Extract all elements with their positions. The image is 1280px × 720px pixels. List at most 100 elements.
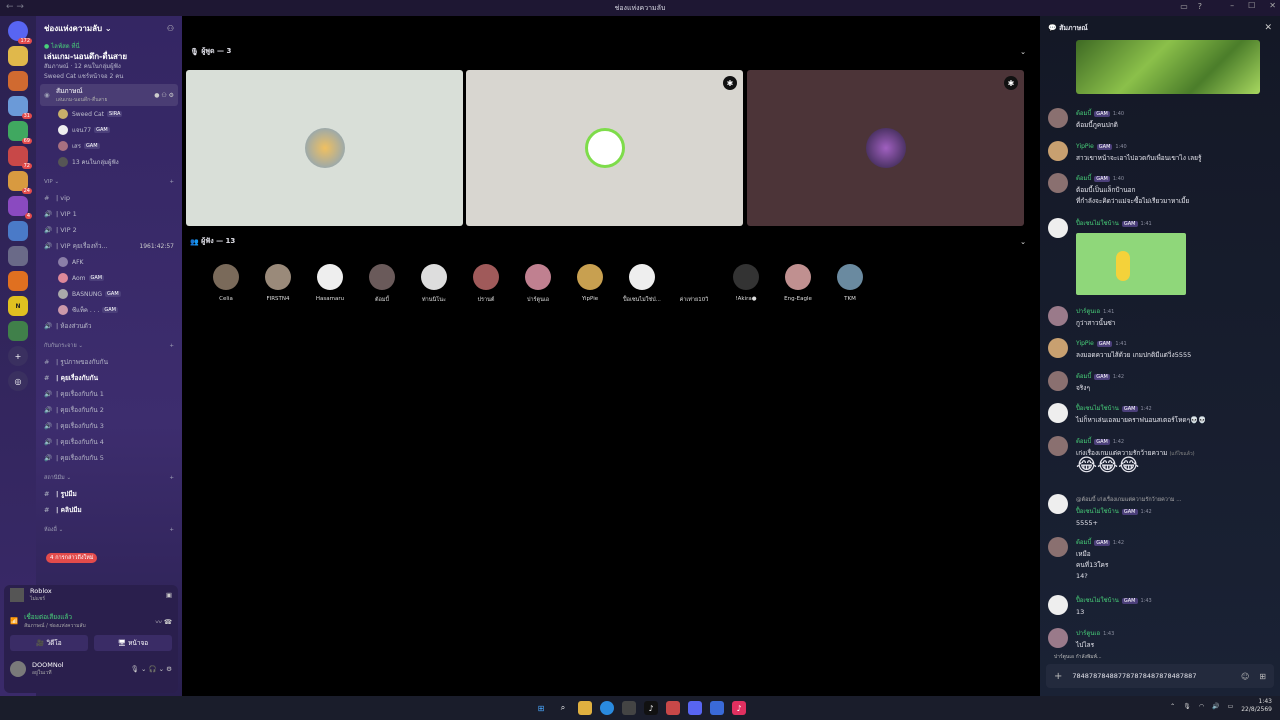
tiktok-icon[interactable]: ♪ [732,701,746,715]
voice-user[interactable]: ซีแท็ค . . . GAM [36,302,182,318]
signal-icon[interactable]: 📶 [10,617,18,625]
speaker-tile[interactable]: ✱ [747,70,1024,226]
voice-user[interactable]: เสร GAM [36,138,182,154]
add-channel-icon[interactable]: + [169,527,174,533]
chat-message[interactable]: ปื้อเซนไม่ใช่บ้าน GAM 1:41 [1048,218,1274,295]
user-info[interactable]: DOOMNol อยู่ในเวที 🎙 ⌄ 🎧 ⌄ ⚙ [4,659,178,679]
server-icon[interactable]: 24 [8,171,32,194]
chevron-up-icon[interactable]: ⌃ [1170,703,1175,710]
server-icon[interactable]: 31 [8,96,32,119]
channel-item[interactable]: 🔊 | VIP 1 [36,206,182,222]
channel-item[interactable]: # | คลิปมีม [36,502,182,518]
tiktok-icon[interactable]: ♪ [644,701,658,715]
category-vip[interactable]: VIP ⌄ + [36,174,182,190]
listeners-header[interactable]: 👥 ผู้ฟัง — 13 ⌄ [190,236,1026,247]
chat-message[interactable]: ต้อมบี้ GAM 1:42 จริงๆ [1048,371,1274,394]
close-icon[interactable]: ✕ [1264,23,1272,33]
volume-icon[interactable]: 🔊 [1212,703,1219,710]
store-icon[interactable] [622,701,636,715]
listener-item[interactable]: ปรานต์ [460,264,512,304]
clock[interactable]: 1:43 22/8/2569 [1241,698,1272,714]
listener-item[interactable]: ค่าเท่าย10วิ [668,264,720,304]
attach-icon[interactable]: + [1054,671,1062,682]
file-explorer-icon[interactable] [578,701,592,715]
speaker-tile[interactable]: ✱ [466,70,743,226]
image-attachment[interactable] [1076,40,1260,94]
category-other[interactable]: ห้องอื่ ⌄ + [36,522,182,538]
server-icon[interactable]: N [8,296,28,316]
help-icon[interactable]: ? [1198,2,1202,11]
add-channel-icon[interactable]: + [169,179,174,185]
noise-suppression-icon[interactable]: 〰 ☎ [155,616,172,626]
mic-headset-settings-icons[interactable]: 🎙 ⌄ 🎧 ⌄ ⚙ [131,665,172,673]
voice-user[interactable]: AFK [36,254,182,270]
listener-item[interactable]: ปื้อเซนไม่ใช่ป่... [616,264,668,304]
chevron-down-icon[interactable]: ⌄ [1020,238,1026,246]
voice-user[interactable]: Aom GAM [36,270,182,286]
server-icon[interactable] [8,246,28,266]
image-attachment[interactable] [1076,233,1186,295]
app-icon[interactable] [666,701,680,715]
listener-item[interactable]: YipPie [564,264,616,304]
server-icon[interactable] [8,46,28,66]
listener-item[interactable]: ต้อมบี้ [356,264,408,304]
reply-preview[interactable]: @ต้อมบี้ เก่งเรื่องเกมแต่ความรักว้ายความ… [1076,497,1182,503]
server-icon[interactable]: 69 [8,121,32,144]
listener-item[interactable]: ท่านนิโนะ [408,264,460,304]
mic-icon[interactable]: 🎙 [1183,703,1191,710]
wifi-icon[interactable]: ◠ [1199,703,1204,710]
server-icon[interactable]: 4 [8,196,32,219]
chat-message[interactable]: ปื้อเซนไม่ใช่บ้าน GAM 1:43 13 [1048,595,1274,618]
chat-message[interactable]: ต้อมบี้ GAM 1:40 ต้อมบี้ภูคนปกติ [1048,108,1274,131]
category-friends[interactable]: กับกันกระจาย ⌄ + [36,338,182,354]
server-icon[interactable]: 72 [8,146,32,169]
chat-input[interactable]: + 784878784887787878487878487887 ☺ ⊞ [1046,664,1274,688]
nav-arrows[interactable]: ← → [6,2,24,12]
channel-item[interactable]: # | รูปภาพของกับกัน [36,354,182,370]
channel-item[interactable]: 🔊 | ห้องส่วนตัว [36,318,182,334]
voice-user[interactable]: Sweed Cat SIRA [36,106,182,122]
inbox-icon[interactable]: ▭ [1180,2,1188,11]
channel-actions-icon[interactable]: ● ⚇ ⚙ [154,92,174,99]
add-server-icon[interactable]: + [8,346,28,366]
chat-message[interactable]: ปื้อเซนไม่ใช่บ้าน GAM 1:42 ไม่ก็หาเล่นเอลมา… [1048,403,1274,426]
close-button[interactable]: ✕ [1269,1,1276,10]
channel-item[interactable]: 🔊 | VIP คุยเรื่องทั่ว... 1961:42:57 [36,238,182,254]
server-icon[interactable] [8,221,28,241]
discover-icon[interactable]: ◎ [8,371,28,391]
chevron-down-icon[interactable]: ⌄ [1020,48,1026,56]
add-member-icon[interactable]: ⚇ [167,24,174,33]
chat-input-value[interactable]: 784878784887787878487878487887 [1072,672,1196,680]
chat-message[interactable]: ต้อมบี้ GAM 1:40 ต้อมบี้เป็นแล็กป้านอก ที่กำ… [1048,173,1274,207]
emoji-icon[interactable]: ☺ [1241,672,1249,681]
maximize-button[interactable]: ☐ [1248,1,1255,10]
apps-icon[interactable]: ⊞ [1259,672,1266,681]
channel-item[interactable]: 🔊 | คุยเรื่องกับกัน 5 [36,450,182,466]
discord-icon[interactable] [688,701,702,715]
home-icon[interactable]: 172 [8,21,32,44]
chat-message[interactable]: @ต้อมบี้ เก่งเรื่องเกมแต่ความรักว้ายความ… [1048,494,1274,529]
voice-user[interactable]: แจน77 GAM [36,122,182,138]
chat-message[interactable]: ปาร์ตูนเอ 1:43 ไปไลร [1048,628,1274,651]
speaker-tile[interactable] [186,70,463,226]
chat-message[interactable]: ต้อมบี้ GAM 1:42 เหมือ คนที่13ใคร 14? [1048,537,1274,582]
start-icon[interactable]: ⊞ [534,701,548,715]
minimize-button[interactable]: – [1230,1,1234,10]
channel-item[interactable]: # | รูปมีม [36,486,182,502]
channel-item[interactable]: 🔊 | คุยเรื่องกับกัน 1 [36,386,182,402]
video-button[interactable]: 🎥 วิดีโอ [10,635,88,651]
server-icon[interactable] [8,321,28,341]
listener-item[interactable]: TKM [824,264,876,304]
chat-message[interactable]: YipPie GAM 1:40 สาวเขาหน้าจะเอาไปอวดกับเพื่… [1048,141,1274,164]
channel-item[interactable]: 🔊 | คุยเรื่องกับกัน 2 [36,402,182,418]
listener-count[interactable]: 13 คนในกลุ่มผู้ฟัง [36,154,182,170]
server-icon[interactable] [8,271,28,291]
add-channel-icon[interactable]: + [169,475,174,481]
edge-icon[interactable] [600,701,614,715]
channel-item[interactable]: 🔊 | คุยเรื่องกับกัน 4 [36,434,182,450]
new-mentions-pill[interactable]: 4 การกล่าวถึงใหม่ [46,553,98,563]
search-icon[interactable]: ⌕ [556,701,570,715]
activity-row[interactable]: Roblox ไม่แชร์ ▣ [4,585,178,605]
stream-icon[interactable]: ▣ [166,591,172,599]
speakers-header[interactable]: 🎙 ผู้พูด — 3 ⌄ [190,46,1026,57]
